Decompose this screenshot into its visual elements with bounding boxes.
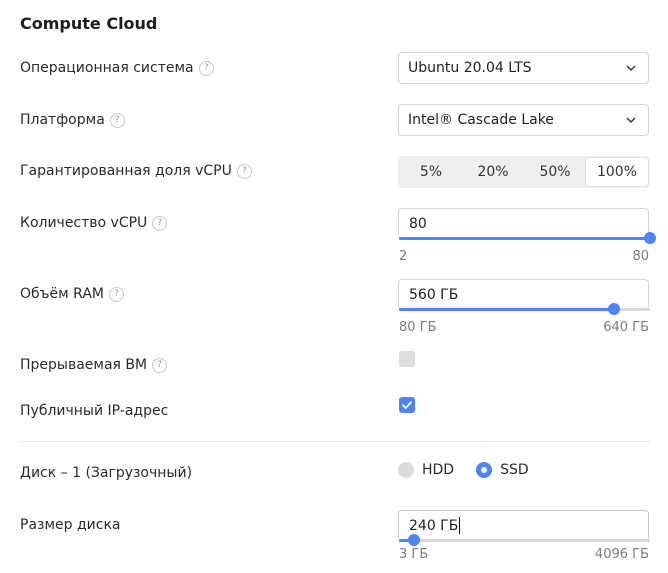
vcpu-share-option-20[interactable]: 20% [462, 158, 524, 186]
help-icon[interactable]: ? [198, 60, 214, 76]
help-icon[interactable]: ? [109, 112, 125, 128]
disk-type-ssd[interactable]: SSD [476, 462, 529, 478]
platform-select[interactable]: Intel® Cascade Lake [398, 104, 649, 136]
platform-label: Платформа ? [20, 112, 125, 128]
ram-value: 560 ГБ [409, 286, 459, 303]
disk-size-slider[interactable] [399, 534, 650, 546]
vcpu-count-slider-thumb[interactable] [644, 232, 656, 244]
help-icon[interactable]: ? [109, 286, 124, 302]
disk-type-hdd[interactable]: HDD [398, 462, 454, 478]
vcpu-count-input[interactable]: 80 [398, 208, 649, 239]
vcpu-count-min: 2 [399, 249, 408, 264]
preemptible-checkbox[interactable] [399, 351, 415, 367]
public-ip-label-text: Публичный IP-адрес [20, 403, 169, 419]
vcpu-count-slider-fill [399, 237, 650, 240]
os-select[interactable]: Ubuntu 20.04 LTS [398, 52, 649, 84]
vcpu-count-max: 80 [632, 249, 649, 264]
platform-select-value: Intel® Cascade Lake [408, 112, 554, 128]
ram-max: 640 ГБ [603, 320, 649, 335]
ram-label: Объём RAM ? [20, 286, 124, 302]
disk-size-min: 3 ГБ [399, 547, 429, 562]
disk-label: Диск – 1 (Загрузочный) [20, 465, 192, 481]
vcpu-count-slider[interactable] [399, 232, 656, 244]
preemptible-label: Прерываемая ВМ ? [20, 357, 168, 373]
vcpu-share-label-text: Гарантированная доля vCPU [20, 163, 232, 179]
section-divider [20, 441, 650, 442]
public-ip-label: Публичный IP-адрес [20, 403, 168, 419]
vcpu-share-option-5[interactable]: 5% [400, 158, 462, 186]
vcpu-count-label-text: Количество vCPU [20, 215, 148, 231]
disk-label-text: Диск – 1 (Загрузочный) [20, 465, 193, 481]
os-label: Операционная система ? [20, 60, 214, 76]
disk-size-max: 4096 ГБ [594, 547, 649, 562]
check-icon [402, 401, 412, 409]
help-icon[interactable]: ? [236, 163, 252, 179]
disk-size-input[interactable]: 240 ГБ [398, 510, 649, 541]
radio-ssd[interactable] [476, 462, 493, 478]
ram-slider[interactable] [399, 303, 650, 315]
help-icon[interactable]: ? [152, 215, 168, 231]
preemptible-label-text: Прерываемая ВМ [20, 357, 148, 373]
radio-hdd-label: HDD [422, 462, 455, 478]
radio-hdd[interactable] [398, 462, 414, 478]
vcpu-share-option-100[interactable]: 100% [586, 158, 648, 186]
vcpu-share-segmented-control: 5% 20% 50% 100% [398, 156, 650, 188]
page-title: Compute Cloud [20, 14, 158, 33]
disk-size-value: 240 ГБ [409, 517, 459, 534]
os-select-value: Ubuntu 20.04 LTS [408, 60, 532, 76]
platform-label-text: Платформа [20, 112, 105, 128]
disk-size-label-text: Размер диска [20, 517, 121, 533]
help-icon[interactable]: ? [152, 357, 168, 373]
disk-size-slider-thumb[interactable] [408, 534, 420, 546]
disk-type-radio-group: HDD SSD [398, 462, 529, 478]
chevron-down-icon [626, 117, 636, 123]
chevron-down-icon [626, 65, 636, 71]
ram-slider-thumb[interactable] [608, 303, 620, 315]
vcpu-share-label: Гарантированная доля vCPU ? [20, 163, 252, 179]
os-label-text: Операционная система [20, 60, 194, 76]
vcpu-count-value: 80 [409, 215, 427, 232]
vcpu-count-label: Количество vCPU ? [20, 215, 168, 231]
ram-label-text: Объём RAM [20, 286, 104, 302]
ram-min: 80 ГБ [399, 320, 437, 335]
radio-ssd-label: SSD [500, 462, 529, 478]
text-caret [459, 517, 461, 534]
disk-size-label: Размер диска [20, 517, 121, 533]
vcpu-share-option-50[interactable]: 50% [524, 158, 586, 186]
public-ip-checkbox[interactable] [399, 397, 415, 413]
ram-slider-fill [399, 308, 614, 311]
